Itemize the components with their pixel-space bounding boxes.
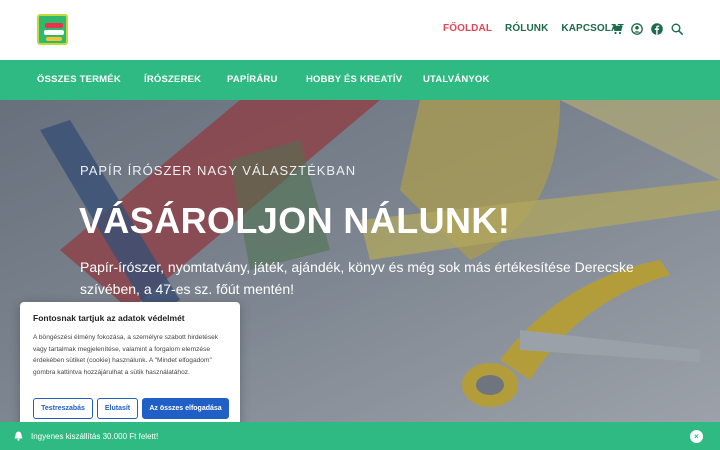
shipping-notice-bar: Ingyenes kiszállítás 30.000 Ft felett! ×	[0, 422, 720, 450]
notice-text: Ingyenes kiszállítás 30.000 Ft felett!	[31, 432, 159, 441]
menu-item-hobby-creative[interactable]: HOBBY ÉS KREATÍV	[306, 74, 402, 85]
bell-icon	[14, 431, 23, 441]
hero-description: Papír-írószer, nyomtatvány, játék, ajánd…	[80, 259, 634, 297]
menu-item-vouchers[interactable]: UTALVÁNYOK	[423, 74, 490, 85]
top-navigation: FŐOLDAL RÓLUNK KAPCSOLAT	[443, 23, 624, 34]
facebook-icon[interactable]	[651, 23, 663, 35]
cookie-title: Fontosnak tartjuk az adatok védelmét	[33, 313, 185, 323]
menu-item-writing-supplies[interactable]: ÍRÓSZEREK	[144, 74, 201, 85]
notice-close-button[interactable]: ×	[690, 430, 703, 443]
cookie-consent-dialog: Fontosnak tartjuk az adatok védelmét A b…	[20, 302, 240, 430]
cookie-buttons: Testreszabás Elutasít Az összes elfogadá…	[33, 398, 229, 419]
cookie-text: A böngészési élmény fokozása, a személyr…	[33, 334, 219, 376]
search-icon[interactable]	[671, 23, 683, 35]
cart-icon[interactable]	[611, 23, 623, 35]
customize-button[interactable]: Testreszabás	[33, 398, 93, 419]
menu-item-all-products[interactable]: ÖSSZES TERMÉK	[37, 74, 121, 85]
hero-title: VÁSÁROLJON NÁLUNK!	[79, 200, 511, 241]
site-header: FŐOLDAL RÓLUNK KAPCSOLAT	[0, 0, 720, 60]
accept-all-button[interactable]: Az összes elfogadása	[142, 398, 229, 419]
category-menu: ÖSSZES TERMÉK ÍRÓSZEREK PAPÍRÁRU HOBBY É…	[0, 60, 720, 100]
user-icon[interactable]	[631, 23, 643, 35]
hero-subtitle: PAPÍR ÍRÓSZER NAGY VÁLASZTÉKBAN	[80, 163, 357, 178]
nav-link-about[interactable]: RÓLUNK	[505, 23, 548, 34]
header-icons	[611, 23, 683, 35]
menu-item-paper-goods[interactable]: PAPÍRÁRU	[227, 74, 278, 85]
site-logo[interactable]	[37, 14, 68, 45]
nav-link-home[interactable]: FŐOLDAL	[443, 23, 492, 34]
reject-button[interactable]: Elutasít	[97, 398, 138, 419]
